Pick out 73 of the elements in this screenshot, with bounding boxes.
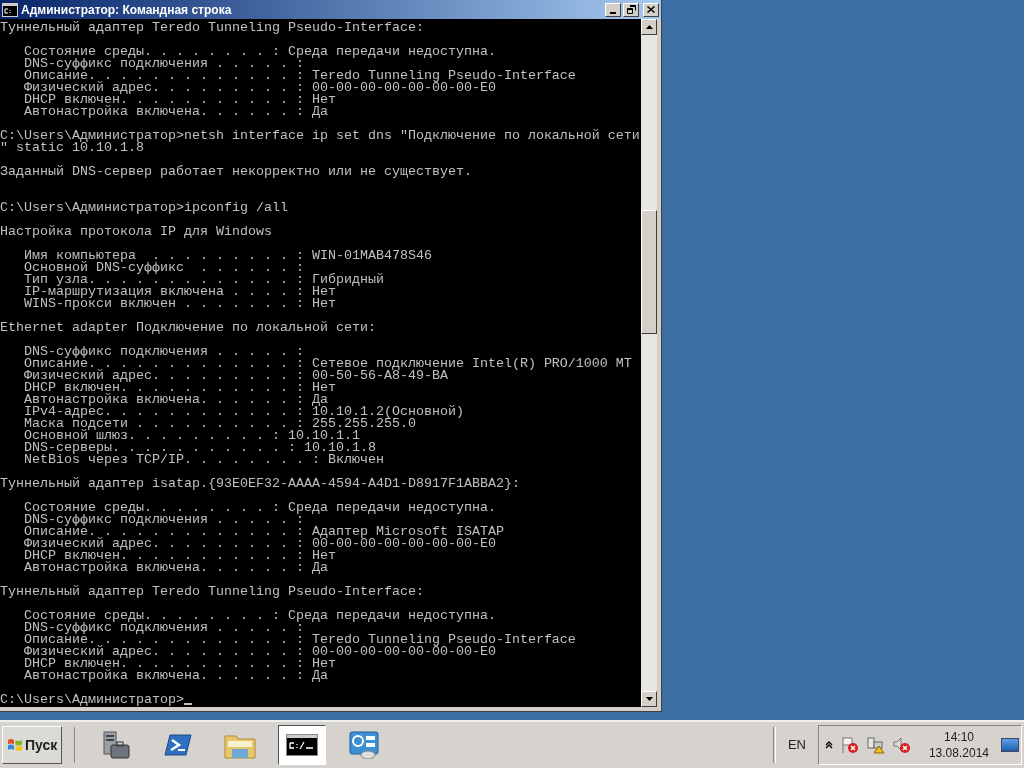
text-cursor <box>183 703 192 705</box>
scroll-up-button[interactable] <box>641 19 657 35</box>
console-line: Имя компьютера . . . . . . . . . : WIN-01MAB478S46 <box>23 250 433 262</box>
console-line: IPv4-адрес. . . . . . . . . . . . : 10.10.1.2(Основной) <box>23 406 465 418</box>
close-button[interactable] <box>643 2 659 17</box>
console-prompt: C:\Users\Администратор> <box>0 694 184 706</box>
minimize-button[interactable] <box>605 2 621 17</box>
console-line: Автонастройка включена. . . . . . : Да <box>23 670 329 682</box>
console-line: Автонастройка включена. . . . . . : Да <box>23 106 329 118</box>
console-line: DNS-суффикс подключения . . . . . : <box>23 622 304 634</box>
console-line: Состояние среды. . . . . . . . : Среда передачи недоступна. <box>23 502 497 514</box>
scroll-down-button[interactable] <box>641 691 657 707</box>
console-line: IP-маршрутизация включена . . . . : Нет <box>23 286 336 298</box>
clock-date[interactable]: 13.08.2014 <box>928 745 989 761</box>
restore-icon <box>626 5 636 14</box>
command-prompt-icon <box>286 734 319 756</box>
console-line: Автонастройка включена. . . . . . : Да <box>23 394 328 406</box>
console-line: DNS-суффикс подключения . . . . . : <box>23 58 304 70</box>
console-line: Основной DNS-суффикс . . . . . . : <box>23 262 305 274</box>
down-arrow-icon <box>645 697 653 701</box>
console-line: DNS-серверы. . . . . . . . . . . : 10.10.1.8 <box>23 442 376 454</box>
console-line: WINS-прокси включен . . . . . . . : Нет <box>23 298 337 310</box>
console-line: Настройка протокола IP для Windows <box>0 226 273 238</box>
console-line: Описание. . . . . . . . . . . . . : Teredo Tunneling Pseudo-Interface <box>23 634 577 646</box>
console-line: Автонастройка включена. . . . . . : Да <box>23 562 329 574</box>
console-line: Заданный DNS-сервер работает некорректно или не существует. <box>0 166 473 178</box>
console-line: Физический адрес. . . . . . . . . : 00-00-00-00-00-00-00-E0 <box>23 82 497 94</box>
console-line: Описание. . . . . . . . . . . . . : Адаптер Microsoft ISATAP <box>23 526 505 538</box>
console-line: Туннельный адаптер Teredo Tunneling Pseudo-Interface: <box>0 586 425 598</box>
console-line: C:\Users\Администратор>netsh interface ip set dns "Подключение по локальной сети <box>0 130 641 142</box>
console-line: Физический адрес. . . . . . . . . : 00-00-00-00-00-00-00-E0 <box>23 538 497 550</box>
console-line: Физический адрес. . . . . . . . . : 00-50-56-A8-49-BA <box>23 370 448 382</box>
network-warning-icon[interactable] <box>866 736 885 754</box>
window-title: Администратор: Командная строка <box>21 1 233 19</box>
flag-error-icon[interactable] <box>840 736 859 754</box>
console-line: DHCP включен. . . . . . . . . . . : Нет <box>23 94 337 106</box>
console-line: Тип узла. . . . . . . . . . . . . : Гибридный <box>23 274 385 286</box>
windows-logo-icon <box>7 737 23 753</box>
console-line: DHCP включен. . . . . . . . . . . : Нет <box>23 658 337 670</box>
vertical-scrollbar[interactable] <box>641 19 657 707</box>
console-line: Состояние среды. . . . . . . . : Среда передачи недоступна. <box>23 46 497 58</box>
show-desktop-button[interactable] <box>1001 738 1019 752</box>
taskbar-app-button[interactable] <box>278 725 327 765</box>
chevron-up-icon[interactable] <box>824 741 833 749</box>
scrollbar-thumb[interactable] <box>641 210 657 334</box>
console-line: Описание. . . . . . . . . . . . . : Teredo Tunneling Pseudo-Interface <box>23 70 577 82</box>
console-line: Описание. . . . . . . . . . . . . : Сетевое подключение Intel(R) PRO/1000 MT <box>23 358 633 370</box>
console-line: DHCP включен. . . . . . . . . . . : Нет <box>23 382 337 394</box>
console-window-icon <box>2 2 18 17</box>
console-line: NetBios через TCP/IP. . . . . . . . : Включен <box>23 454 385 466</box>
console-line: Ethernet adapter Подключение по локальной сети: <box>0 322 377 334</box>
minimize-icon <box>610 11 616 14</box>
console-line: C:\Users\Администратор>ipconfig /all <box>0 202 289 214</box>
clock-time[interactable]: 14:10 <box>943 729 974 745</box>
start-button[interactable]: Пуск <box>2 726 63 764</box>
console-line: Состояние среды. . . . . . . . : Среда передачи недоступна. <box>23 610 497 622</box>
console-line: " static 10.10.1.8 <box>0 142 144 154</box>
console-line: DHCP включен. . . . . . . . . . . : Нет <box>23 550 337 562</box>
console-line: DNS-суффикс подключения . . . . . : <box>23 514 304 526</box>
console-line: Туннельный адаптер Teredo Tunneling Pseudo-Interface: <box>0 22 425 34</box>
server-toolbox-icon <box>101 731 132 759</box>
console-line: Туннельный адаптер isatap.{93E0EF32-AAAA-4594-A4D1-D8917F1ABBA2}: <box>0 478 521 490</box>
control-panel-icon <box>349 731 380 759</box>
console-line: DNS-суффикс подключения . . . . . : <box>23 346 305 358</box>
terminal-prompt-icon <box>164 733 193 757</box>
close-icon <box>647 6 655 13</box>
restore-button[interactable] <box>623 2 639 17</box>
up-arrow-icon <box>645 25 653 29</box>
console-line: Физический адрес. . . . . . . . . : 00-00-00-00-00-00-00-E0 <box>23 646 497 658</box>
language-indicator[interactable]: EN <box>781 735 812 755</box>
speaker-muted-icon[interactable] <box>892 736 911 754</box>
console-line: Маска подсети . . . . . . . . . . : 255.255.255.0 <box>23 418 416 430</box>
console-line: Основной шлюз. . . . . . . . . : 10.10.1.1 <box>23 430 360 442</box>
